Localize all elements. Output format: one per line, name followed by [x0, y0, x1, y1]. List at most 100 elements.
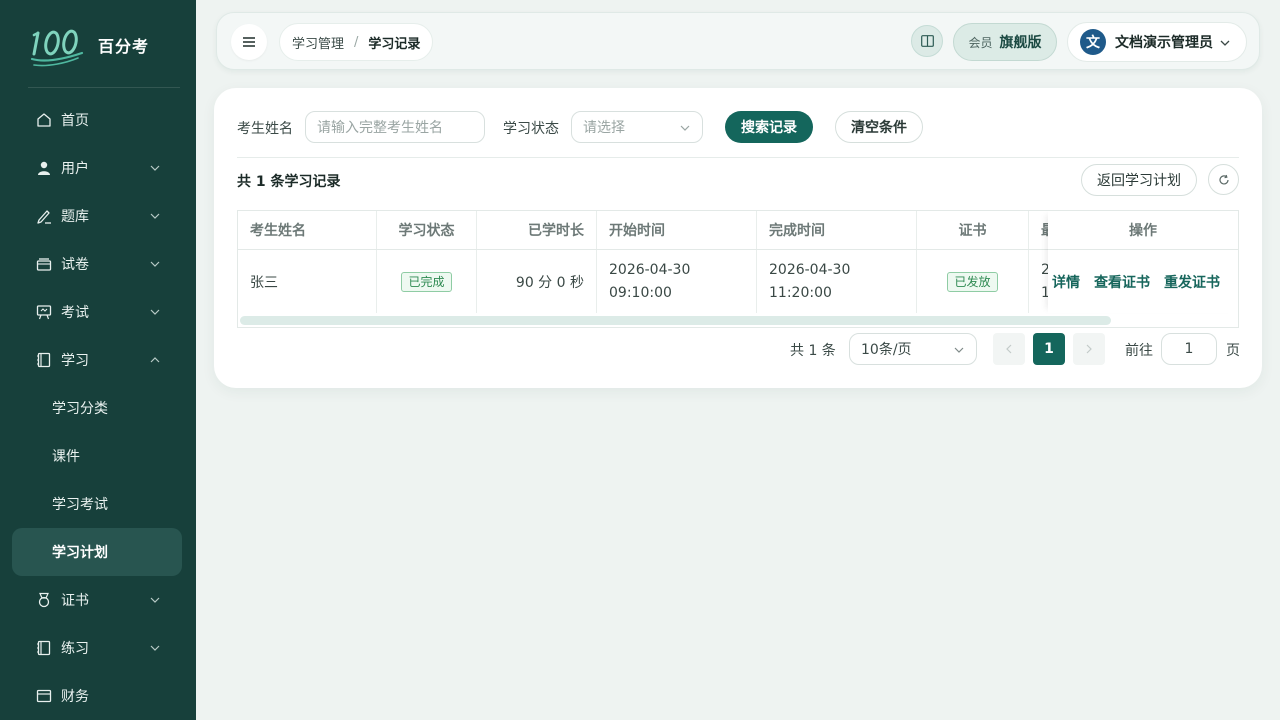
- cell-certificate: 已发放: [917, 250, 1029, 313]
- sidebar-subitem-label: 学习计划: [52, 545, 108, 561]
- reissue-certificate-link[interactable]: 重发证书: [1164, 272, 1220, 292]
- vip-badge[interactable]: 会员 旗舰版: [953, 23, 1057, 61]
- filter-status-label: 学习状态: [503, 121, 559, 137]
- hamburger-icon: [243, 37, 255, 47]
- next-page-button[interactable]: [1073, 333, 1105, 365]
- page-size-value: 10条/页: [861, 342, 912, 358]
- menu-toggle-button[interactable]: [231, 24, 267, 60]
- vip-level: 旗舰版: [999, 35, 1042, 51]
- pen-icon: [36, 208, 52, 224]
- sidebar-item-label: 考试: [61, 305, 89, 321]
- clear-filters-button[interactable]: 清空条件: [835, 111, 923, 143]
- page-size-select[interactable]: 10条/页: [849, 333, 977, 365]
- sidebar-item-label: 用户: [61, 161, 89, 177]
- sidebar-item-label: 学习: [61, 353, 89, 369]
- prev-page-button[interactable]: [993, 333, 1025, 365]
- chevron-down-icon: [150, 165, 160, 171]
- records-total: 共 1 条学习记录: [237, 174, 341, 190]
- operations-column: 操作 详情 查看证书 重发证书: [1048, 211, 1238, 313]
- sidebar-subitem-study-exam[interactable]: 学习考试: [0, 480, 196, 528]
- sidebar-subitem-study-plan[interactable]: 学习计划: [12, 528, 182, 576]
- study-status-select[interactable]: 请选择: [571, 111, 703, 143]
- sidebar: 百分考 首页 用户 题库 试卷 考试 学习 学习分类 课件 学习考试 学习计划 …: [0, 0, 196, 720]
- sidebar-item-label: 练习: [61, 641, 89, 657]
- refresh-button[interactable]: [1208, 164, 1239, 195]
- breadcrumb-item-study-records: 学习记录: [368, 36, 421, 52]
- sidebar-item-finance[interactable]: 财务: [0, 672, 196, 720]
- filter-name-label: 考生姓名: [237, 121, 293, 137]
- open-book-icon: [920, 35, 934, 47]
- user-icon: [36, 160, 52, 176]
- breadcrumb: 学习管理 / 学习记录: [279, 23, 434, 61]
- table-horizontal-scrollbar[interactable]: [238, 314, 1238, 326]
- chevron-down-icon: [150, 213, 160, 219]
- back-to-study-plan-button[interactable]: 返回学习计划: [1081, 164, 1197, 196]
- study-status-placeholder: 请选择: [583, 120, 625, 136]
- records-table: 考生姓名 学习状态 已学时长 开始时间 完成时间 证书 最 张三 已完成 90 …: [237, 210, 1239, 328]
- student-name-input[interactable]: 请输入完整考生姓名: [305, 111, 485, 143]
- col-header-duration: 已学时长: [477, 211, 597, 249]
- sidebar-item-practice[interactable]: 练习: [0, 624, 196, 672]
- brand[interactable]: 百分考: [28, 22, 149, 68]
- chevron-right-icon: [1086, 344, 1092, 354]
- cell-name: 张三: [238, 250, 377, 313]
- sidebar-item-users[interactable]: 用户: [0, 144, 196, 192]
- sidebar-nav: 首页 用户 题库 试卷 考试 学习 学习分类 课件 学习考试 学习计划 证书 练…: [0, 96, 196, 720]
- end-time: 11:20:00: [769, 284, 832, 301]
- filter-divider: [237, 157, 1239, 158]
- goto-page-input[interactable]: 1: [1161, 333, 1217, 365]
- notebook-icon: [36, 640, 52, 656]
- paper-icon: [36, 256, 52, 272]
- sidebar-item-label: 试卷: [61, 257, 89, 273]
- cell-duration: 90 分 0 秒: [477, 250, 597, 313]
- status-badge: 已完成: [401, 271, 452, 292]
- top-header: 学习管理 / 学习记录 会员 旗舰版 文 文档演示管理员: [216, 12, 1260, 70]
- page-number-button[interactable]: 1: [1033, 333, 1065, 365]
- search-records-button[interactable]: 搜索记录: [725, 111, 813, 143]
- sidebar-item-certificates[interactable]: 证书: [0, 576, 196, 624]
- user-menu[interactable]: 文 文档演示管理员: [1067, 22, 1247, 62]
- sidebar-item-study[interactable]: 学习: [0, 336, 196, 384]
- end-date: 2026-04-30: [769, 261, 851, 278]
- docs-button[interactable]: [911, 25, 943, 57]
- refresh-icon: [1218, 174, 1229, 184]
- cell-start-time: 2026-04-30 09:10:00: [597, 250, 757, 313]
- sidebar-subitem-label: 学习分类: [52, 401, 108, 417]
- sidebar-item-home[interactable]: 首页: [0, 96, 196, 144]
- start-time: 09:10:00: [609, 284, 672, 301]
- chevron-up-icon: [150, 357, 160, 363]
- sidebar-subitem-label: 课件: [52, 449, 80, 465]
- start-date: 2026-04-30: [609, 261, 691, 278]
- sidebar-subitem-study-category[interactable]: 学习分类: [0, 384, 196, 432]
- exam-icon: [36, 304, 52, 320]
- sidebar-subitem-label: 学习考试: [52, 497, 108, 513]
- certificate-badge: 已发放: [947, 271, 998, 292]
- sidebar-item-papers[interactable]: 试卷: [0, 240, 196, 288]
- sidebar-item-question-bank[interactable]: 题库: [0, 192, 196, 240]
- cell-end-time: 2026-04-30 11:20:00: [757, 250, 917, 313]
- view-certificate-link[interactable]: 查看证书: [1094, 272, 1150, 292]
- sidebar-item-exams[interactable]: 考试: [0, 288, 196, 336]
- chevron-down-icon: [150, 597, 160, 603]
- chevron-down-icon: [1220, 40, 1230, 46]
- chevron-down-icon: [150, 261, 160, 267]
- records-card: 考生姓名 请输入完整考生姓名 学习状态 请选择 搜索记录 清空条件 共 1 条学…: [214, 88, 1262, 388]
- breadcrumb-separator: /: [354, 34, 359, 50]
- brand-name: 百分考: [98, 37, 150, 56]
- col-header-end-time: 完成时间: [757, 211, 917, 249]
- medal-icon: [36, 592, 52, 608]
- goto-unit: 页: [1226, 343, 1240, 359]
- breadcrumb-item-study-management[interactable]: 学习管理: [292, 33, 344, 52]
- chevron-down-icon: [680, 125, 690, 131]
- scrollbar-thumb[interactable]: [240, 316, 1111, 325]
- sidebar-item-label: 首页: [61, 113, 89, 129]
- sidebar-item-label: 题库: [61, 209, 89, 225]
- cell-status: 已完成: [377, 250, 477, 313]
- detail-link[interactable]: 详情: [1052, 272, 1080, 292]
- sidebar-item-label: 证书: [61, 593, 89, 609]
- sidebar-subitem-courseware[interactable]: 课件: [0, 432, 196, 480]
- avatar: 文: [1080, 29, 1106, 55]
- pager-total: 共 1 条: [790, 343, 836, 359]
- goto-label: 前往: [1125, 343, 1153, 359]
- col-header-start-time: 开始时间: [597, 211, 757, 249]
